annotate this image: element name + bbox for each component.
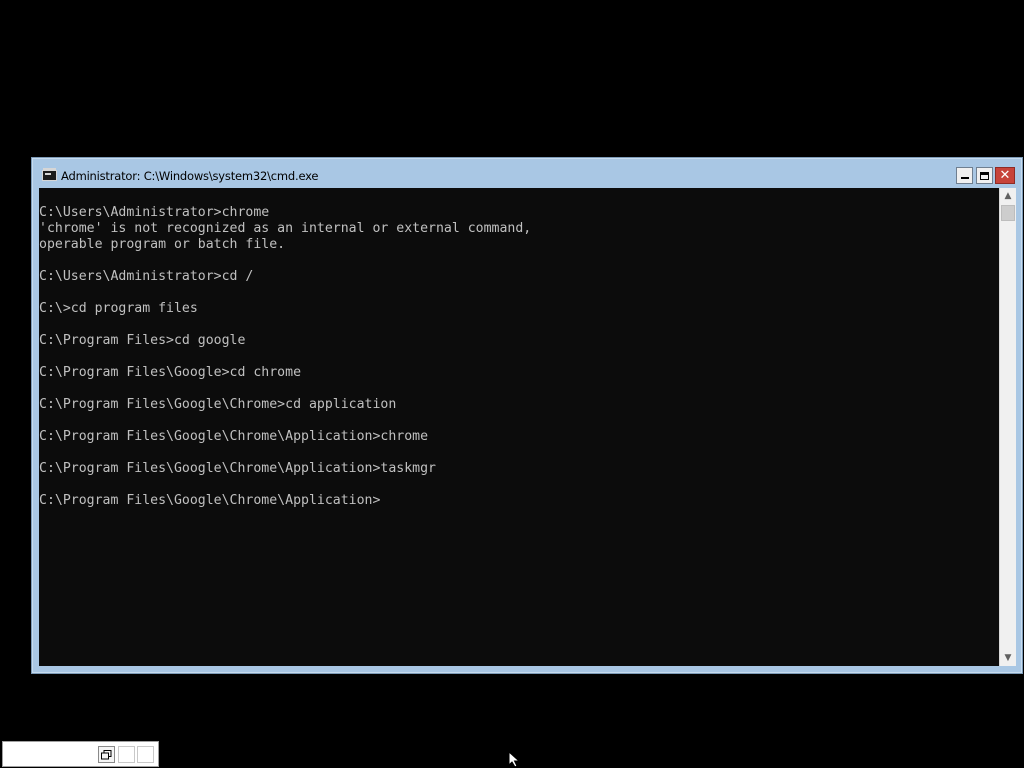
close-button[interactable]: ✕	[995, 167, 1015, 184]
cmd-window: Administrator: C:\Windows\system32\cmd.e…	[31, 157, 1023, 674]
scroll-down-icon[interactable]: ▼	[1000, 650, 1016, 666]
console-line: C:\Users\Administrator>chrome	[39, 205, 270, 220]
console-line: C:\Program Files\Google\Chrome>cd applic…	[39, 397, 397, 412]
window-title: Administrator: C:\Windows\system32\cmd.e…	[61, 169, 319, 183]
desktop: Administrator: C:\Windows\system32\cmd.e…	[0, 0, 1024, 768]
restore-icon[interactable]	[98, 746, 115, 763]
console-line: C:\Program Files\Google\Chrome\Applicati…	[39, 493, 381, 508]
mouse-pointer-icon	[508, 751, 521, 768]
minimize-icon	[960, 177, 969, 179]
restore-glyph	[101, 749, 112, 759]
scroll-thumb[interactable]	[1001, 205, 1015, 221]
console-line: 'chrome' is not recognized as an interna…	[39, 221, 532, 236]
title-bar[interactable]: Administrator: C:\Windows\system32\cmd.e…	[32, 158, 1022, 188]
stub-button[interactable]	[137, 746, 154, 763]
stub-button[interactable]	[118, 746, 135, 763]
console-text: C:\Users\Administrator>chrome'chrome' is…	[39, 205, 999, 509]
console-output[interactable]: C:\Users\Administrator>chrome'chrome' is…	[39, 188, 999, 666]
console-app-icon[interactable]	[42, 168, 57, 181]
console-line: C:\Program Files\Google\Chrome\Applicati…	[39, 429, 429, 444]
console-line: C:\Program Files>cd google	[39, 333, 246, 348]
vertical-scrollbar[interactable]: ▲ ▼	[999, 188, 1016, 666]
scroll-up-icon[interactable]: ▲	[1000, 188, 1016, 204]
maximize-icon	[980, 171, 989, 180]
console-line: C:\>cd program files	[39, 301, 198, 316]
maximize-button[interactable]	[976, 167, 993, 184]
minimize-button[interactable]	[956, 167, 973, 184]
console-line: C:\Users\Administrator>cd /	[39, 269, 254, 284]
minimized-window[interactable]	[2, 741, 159, 767]
close-icon: ✕	[999, 168, 1011, 183]
console-line: C:\Program Files\Google>cd chrome	[39, 365, 302, 380]
console-line: operable program or batch file.	[39, 237, 286, 252]
console-line: C:\Program Files\Google\Chrome\Applicati…	[39, 461, 436, 476]
